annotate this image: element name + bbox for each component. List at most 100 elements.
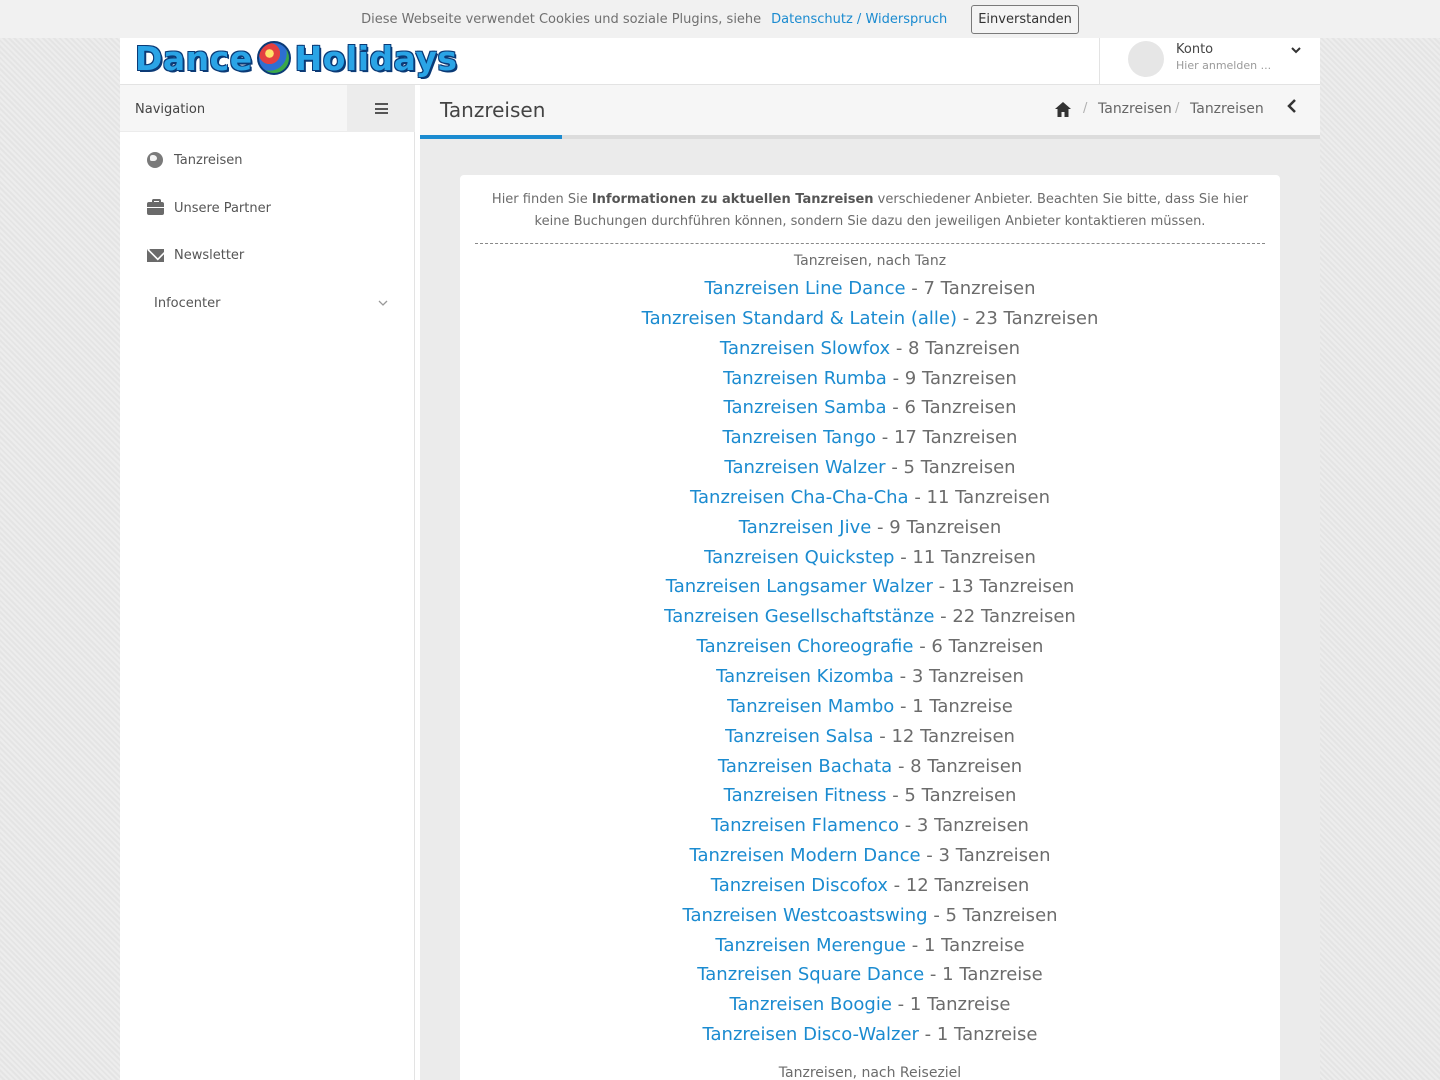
dashed-divider (475, 243, 1265, 244)
dance-count: - 11 Tanzreisen (914, 486, 1050, 508)
privacy-link[interactable]: Datenschutz / Widerspruch (771, 12, 947, 27)
list-item: Tanzreisen Westcoastswing - 5 Tanzreisen (460, 901, 1280, 931)
dance-count: - 3 Tanzreisen (899, 665, 1024, 687)
dance-link[interactable]: Tanzreisen Rumba (723, 368, 887, 389)
dance-link[interactable]: Tanzreisen Standard & Latein (alle) (642, 308, 957, 329)
dance-count: - 1 Tanzreise (929, 964, 1043, 986)
dance-link[interactable]: Tanzreisen Salsa (725, 726, 873, 747)
list-item: Tanzreisen Slowfox - 8 Tanzreisen (460, 334, 1280, 364)
dance-link[interactable]: Tanzreisen Square Dance (697, 964, 924, 985)
dance-link[interactable]: Tanzreisen Modern Dance (689, 845, 920, 866)
sidebar-item-partner[interactable]: Unsere Partner (120, 188, 415, 228)
envelope-icon (146, 246, 164, 264)
nav-toggle-button[interactable] (347, 85, 415, 132)
dance-link[interactable]: Tanzreisen Merengue (715, 935, 906, 956)
logo[interactable]: Dance Holidays (135, 38, 458, 78)
sidebar-item-infocenter[interactable]: Infocenter (120, 283, 415, 323)
dance-link[interactable]: Tanzreisen Bachata (718, 756, 892, 777)
dance-link[interactable]: Tanzreisen Jive (739, 517, 872, 538)
list-item: Tanzreisen Choreografie - 6 Tanzreisen (460, 632, 1280, 662)
dance-link[interactable]: Tanzreisen Discofox (711, 875, 888, 896)
list-item: Tanzreisen Mambo - 1 Tanzreise (460, 692, 1280, 722)
dance-count: - 1 Tanzreise (924, 1024, 1038, 1046)
dance-count: - 9 Tanzreisen (892, 367, 1017, 389)
account-menu[interactable]: Konto Hier anmelden ... (1099, 38, 1320, 85)
nav-title: Navigation (135, 102, 206, 117)
dance-count: - 6 Tanzreisen (919, 636, 1044, 658)
list-item: Tanzreisen Line Dance - 7 Tanzreisen (460, 274, 1280, 304)
globe-icon (146, 151, 164, 169)
list-item: Tanzreisen Salsa - 12 Tanzreisen (460, 722, 1280, 752)
dance-link[interactable]: Tanzreisen Walzer (724, 457, 885, 478)
intro-text: Hier finden Sie Informationen zu aktuell… (491, 192, 1249, 229)
sidebar-item-label: Unsere Partner (174, 200, 271, 216)
dance-link[interactable]: Tanzreisen Tango (723, 427, 876, 448)
dance-link[interactable]: Tanzreisen Gesellschaftstänze (664, 606, 934, 627)
dance-count: - 5 Tanzreisen (933, 904, 1058, 926)
list-item: Tanzreisen Cha-Cha-Cha - 11 Tanzreisen (460, 483, 1280, 513)
chevron-down-icon (378, 297, 388, 310)
sidebar-item-newsletter[interactable]: Newsletter (120, 235, 415, 275)
content-header: Tanzreisen / Tanzreisen / Tanzreisen (420, 85, 1320, 135)
dance-count: - 12 Tanzreisen (879, 725, 1015, 747)
dance-link[interactable]: Tanzreisen Quickstep (704, 547, 894, 568)
dance-link[interactable]: Tanzreisen Westcoastswing (682, 905, 927, 926)
list-item: Tanzreisen Boogie - 1 Tanzreise (460, 990, 1280, 1020)
sidebar: Navigation Tanzreisen Unsere Partner New… (120, 85, 415, 1080)
chevron-down-icon (1290, 44, 1302, 60)
list-item: Tanzreisen Gesellschaftstänze - 22 Tanzr… (460, 602, 1280, 632)
dance-count: - 3 Tanzreisen (926, 845, 1051, 867)
cookie-text: Diese Webseite verwendet Cookies und soz… (361, 11, 762, 27)
dance-list: Tanzreisen Line Dance - 7 Tanzreisen Tanz… (460, 274, 1280, 1050)
breadcrumb-item[interactable]: Tanzreisen (1190, 101, 1264, 117)
dance-count: - 8 Tanzreisen (895, 337, 1021, 359)
dance-link[interactable]: Tanzreisen Boogie (729, 994, 891, 1015)
dance-link[interactable]: Tanzreisen Cha-Cha-Cha (690, 487, 909, 508)
dance-link[interactable]: Tanzreisen Samba (724, 397, 887, 418)
dance-link[interactable]: Tanzreisen Line Dance (704, 278, 905, 299)
sidebar-item-tanzreisen[interactable]: Tanzreisen (120, 140, 415, 180)
section-title-destination: Tanzreisen, nach Reiseziel (778, 1065, 962, 1080)
breadcrumb-separator: / (1083, 101, 1088, 116)
dance-count: - 11 Tanzreisen (900, 546, 1036, 568)
content-card: Hier finden Sie Informationen zu aktuell… (460, 175, 1280, 1080)
section-title-dance: Tanzreisen, nach Tanz (793, 253, 947, 269)
dance-count: - 1 Tanzreise (900, 695, 1013, 717)
list-item: Tanzreisen Square Dance - 1 Tanzreise (460, 960, 1280, 990)
list-item: Tanzreisen Jive - 9 Tanzreisen (460, 513, 1280, 543)
dance-link[interactable]: Tanzreisen Flamenco (711, 815, 899, 836)
sidebar-item-label: Tanzreisen (174, 152, 243, 168)
dance-count: - 1 Tanzreise (897, 994, 1011, 1016)
dance-link[interactable]: Tanzreisen Disco-Walzer (703, 1024, 919, 1045)
list-item: Tanzreisen Langsamer Walzer - 13 Tanzrei… (460, 572, 1280, 602)
chevron-left-icon[interactable] (1286, 98, 1298, 119)
list-item: Tanzreisen Merengue - 1 Tanzreise (460, 931, 1280, 961)
list-item: Tanzreisen Fitness - 5 Tanzreisen (460, 781, 1280, 811)
page-title: Tanzreisen (440, 98, 546, 122)
dance-link[interactable]: Tanzreisen Mambo (727, 696, 894, 717)
breadcrumb-separator: / (1175, 101, 1180, 116)
dance-link[interactable]: Tanzreisen Choreografie (697, 636, 914, 657)
dance-count: - 13 Tanzreisen (938, 576, 1075, 598)
avatar (1128, 41, 1164, 77)
dance-link[interactable]: Tanzreisen Fitness (724, 785, 887, 806)
dance-link[interactable]: Tanzreisen Kizomba (716, 666, 894, 687)
breadcrumb-item[interactable]: Tanzreisen (1098, 101, 1172, 117)
dance-count: - 5 Tanzreisen (891, 457, 1016, 479)
dance-link[interactable]: Tanzreisen Slowfox (720, 338, 890, 359)
list-item: Tanzreisen Quickstep - 11 Tanzreisen (460, 543, 1280, 573)
logo-text-left: Dance (135, 38, 253, 78)
dance-count: - 23 Tanzreisen (962, 307, 1099, 329)
list-item: Tanzreisen Standard & Latein (alle) - 23… (460, 304, 1280, 334)
list-item: Tanzreisen Flamenco - 3 Tanzreisen (460, 811, 1280, 841)
list-item: Tanzreisen Discofox - 12 Tanzreisen (460, 871, 1280, 901)
dance-link[interactable]: Tanzreisen Langsamer Walzer (666, 576, 933, 597)
account-title: Konto (1176, 42, 1214, 57)
list-item: Tanzreisen Bachata - 8 Tanzreisen (460, 752, 1280, 782)
home-icon[interactable] (1054, 101, 1072, 118)
dance-count: - 12 Tanzreisen (893, 874, 1030, 896)
dance-count: - 8 Tanzreisen (897, 755, 1023, 777)
accept-cookies-button[interactable]: Einverstanden (971, 4, 1079, 34)
cookie-bar: Diese Webseite verwendet Cookies und soz… (0, 0, 1440, 38)
hamburger-icon (374, 103, 388, 114)
